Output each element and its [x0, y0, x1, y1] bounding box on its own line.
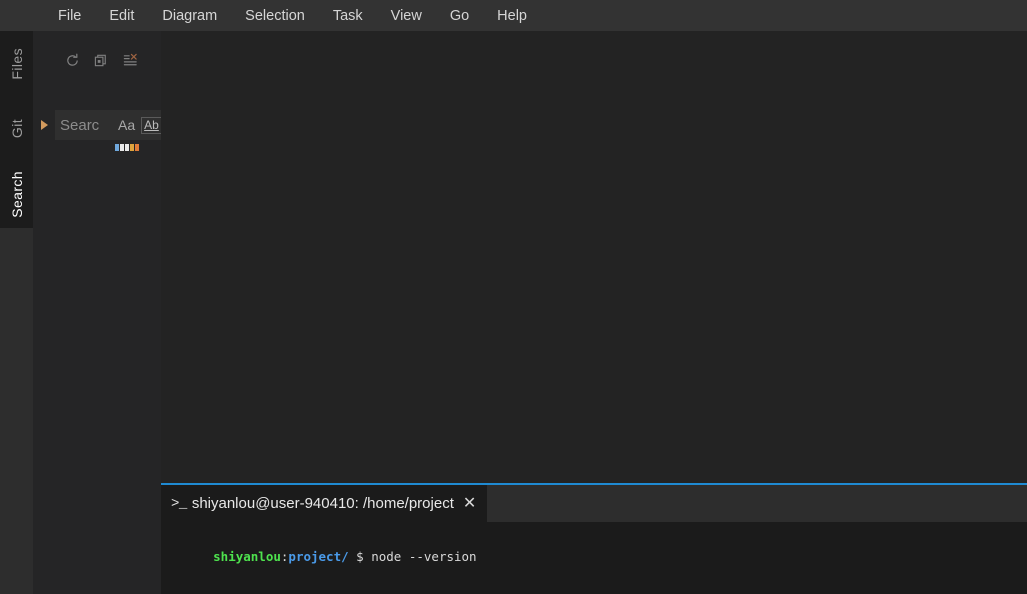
terminal-panel: >_ shiyanlou@user-940410: /home/project …: [161, 483, 1027, 594]
activity-bar-filler: [0, 228, 33, 594]
search-panel: Aa Ab: [33, 31, 161, 594]
menu-item-edit[interactable]: Edit: [99, 4, 144, 28]
whole-word-toggle[interactable]: Ab: [141, 116, 161, 134]
terminal-user: shiyanlou: [213, 549, 281, 564]
sidebar-tab-search[interactable]: Search: [0, 160, 33, 228]
terminal-line: v10.14.0: [168, 585, 1027, 594]
terminal-command: node --version: [371, 549, 477, 564]
terminal-path: project/: [288, 549, 349, 564]
terminal-tab-title: shiyanlou@user-940410: /home/project: [191, 495, 454, 512]
activity-bar: Files Git Search: [0, 31, 33, 594]
sidebar-tab-files-label: Files: [8, 48, 25, 80]
menu-bar: File Edit Diagram Selection Task View Go…: [0, 0, 1027, 31]
terminal-icon: >_: [171, 495, 187, 512]
menu-item-view[interactable]: View: [381, 4, 432, 28]
menu-item-file[interactable]: File: [48, 4, 91, 28]
terminal-tab[interactable]: >_ shiyanlou@user-940410: /home/project …: [161, 485, 488, 522]
terminal-output[interactable]: shiyanlou:project/ $ node --version v10.…: [161, 522, 1027, 594]
close-icon[interactable]: ✕: [463, 495, 476, 511]
search-input[interactable]: [60, 116, 112, 134]
menu-item-selection[interactable]: Selection: [235, 4, 315, 28]
collapse-all-icon[interactable]: [122, 52, 139, 69]
terminal-prompt-symbol: $: [348, 549, 372, 564]
expand-triangle-icon[interactable]: [33, 120, 55, 130]
search-field-wrapper[interactable]: Aa Ab: [55, 110, 161, 140]
search-row: Aa Ab: [33, 110, 161, 140]
editor-area[interactable]: [161, 31, 1027, 483]
progress-dots-row: [33, 144, 161, 151]
terminal-line: shiyanlou:project/ $ node --version: [168, 528, 1027, 585]
match-case-toggle[interactable]: Aa: [115, 117, 138, 134]
clear-all-icon[interactable]: [93, 52, 110, 69]
sidebar-tab-files[interactable]: Files: [0, 31, 33, 97]
progress-dots-indicator: [115, 144, 139, 151]
terminal-tab-bar: >_ shiyanlou@user-940410: /home/project …: [161, 483, 1027, 522]
menu-item-go[interactable]: Go: [440, 4, 479, 28]
sidebar-tab-git[interactable]: Git: [0, 97, 33, 160]
search-panel-toolbar: [33, 45, 161, 75]
menu-item-help[interactable]: Help: [487, 4, 537, 28]
menu-item-task[interactable]: Task: [323, 4, 373, 28]
sidebar-tab-git-label: Git: [8, 118, 25, 139]
menu-item-diagram[interactable]: Diagram: [152, 4, 227, 28]
refresh-icon[interactable]: [64, 52, 81, 69]
sidebar-tab-search-label: Search: [8, 170, 25, 218]
